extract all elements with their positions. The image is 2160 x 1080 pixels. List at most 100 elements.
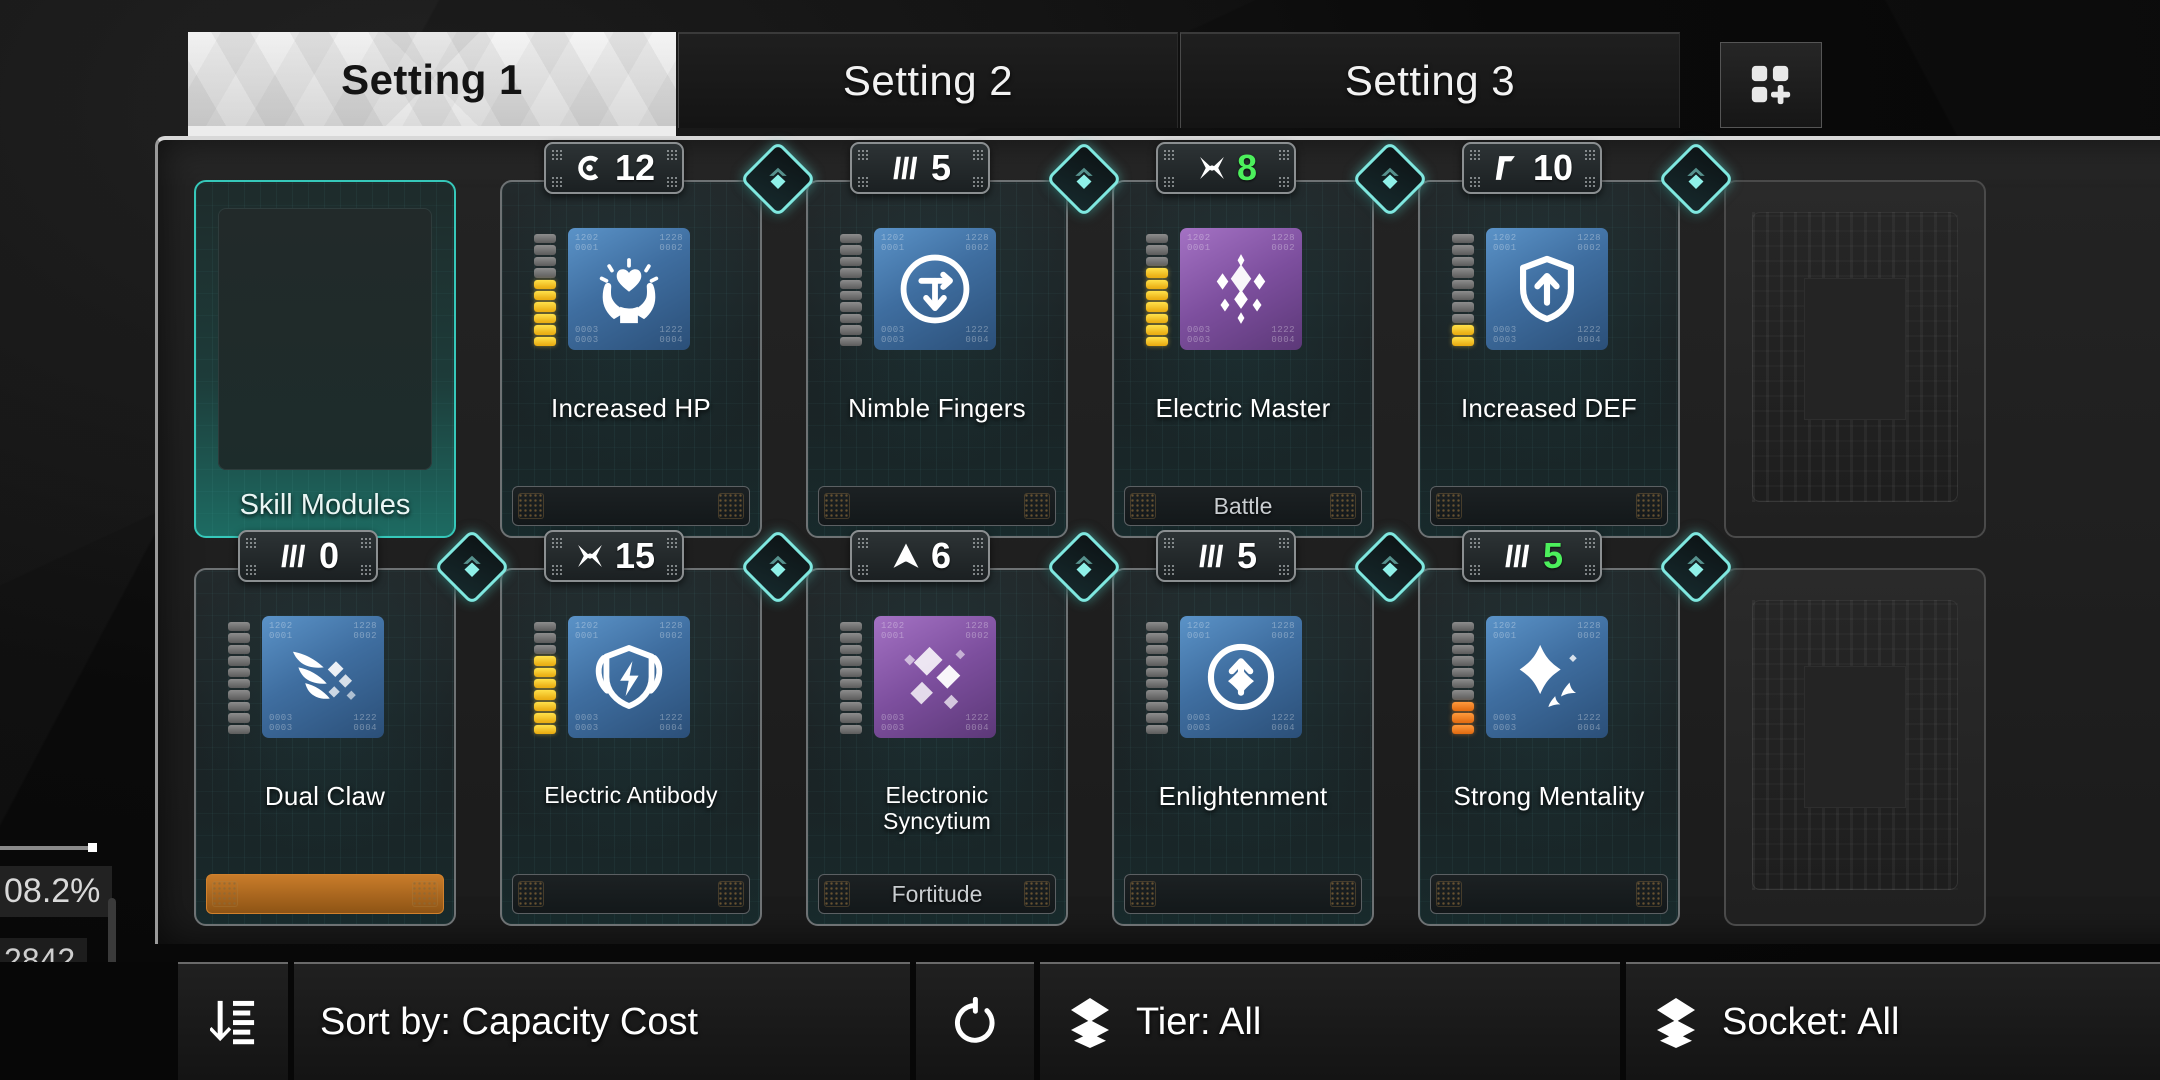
module-card[interactable]: 1202 0001 1228 0002 0003 0003 1222 0004 Elec… bbox=[500, 568, 762, 926]
module-card[interactable]: 1202 0001 1228 0002 0003 0003 1222 0004 Incr… bbox=[500, 180, 762, 538]
module-name: Increased DEF bbox=[1460, 393, 1637, 423]
level-segment bbox=[1146, 679, 1168, 689]
layers-icon bbox=[1657, 998, 1695, 1048]
level-segment bbox=[840, 245, 862, 255]
grid-cell: 1202 0001 1228 0002 0003 0003 1222 0004 Stro… bbox=[1410, 528, 1735, 934]
socket-filter-button[interactable]: Socket: All bbox=[1626, 962, 2160, 1080]
level-segment bbox=[840, 234, 862, 244]
level-segment bbox=[534, 690, 556, 700]
level-segment bbox=[840, 313, 862, 324]
level-segment bbox=[228, 644, 250, 655]
module-grid: Skill Modules 1202 0001 1228 0002 0003 0003… bbox=[186, 140, 2021, 934]
footer-contact-pad bbox=[518, 881, 544, 907]
level-segment bbox=[534, 644, 556, 655]
module-card[interactable]: 1202 0001 1228 0002 0003 0003 1222 0004 Dual… bbox=[194, 568, 456, 926]
module-card[interactable]: 1202 0001 1228 0002 0003 0003 1222 0004 Enli… bbox=[1112, 568, 1374, 926]
empty-chip-frame bbox=[1752, 212, 1958, 502]
grid-cell: 1202 0001 1228 0002 0003 0003 1222 0004 Elec… bbox=[798, 528, 1123, 934]
shield-bolt-icon bbox=[595, 645, 663, 709]
module-card-footer bbox=[512, 486, 750, 526]
level-segment bbox=[1146, 690, 1168, 700]
level-segment bbox=[534, 313, 556, 324]
module-card[interactable]: 1202 0001 1228 0002 0003 0003 1222 0004 Elec… bbox=[806, 568, 1068, 926]
level-segment bbox=[534, 291, 556, 301]
level-segment bbox=[1146, 234, 1168, 244]
socket-chevron-glyph bbox=[1687, 555, 1705, 577]
level-segment bbox=[840, 679, 862, 689]
electronic-shards-icon bbox=[904, 646, 966, 710]
shield-up-icon bbox=[1520, 255, 1574, 323]
capacity-cost-badge: 12 bbox=[544, 142, 684, 194]
module-card-footer: Fortitude bbox=[818, 874, 1056, 914]
add-module-grid-icon[interactable] bbox=[1720, 42, 1822, 128]
level-segment bbox=[228, 679, 250, 689]
empty-module-slot[interactable] bbox=[1724, 180, 1986, 538]
footer-contact-pad bbox=[1636, 493, 1662, 519]
chevron-up-icon bbox=[893, 543, 919, 568]
tab-setting-3[interactable]: Setting 3 bbox=[1180, 32, 1680, 128]
level-segment bbox=[1452, 656, 1474, 666]
grid-cell: 1202 0001 1228 0002 0003 0003 1222 0004 Elec… bbox=[492, 528, 817, 934]
tab-label: Setting 3 bbox=[1344, 57, 1516, 104]
level-segment bbox=[1146, 724, 1168, 735]
grid-cell bbox=[1716, 158, 2021, 546]
tier-filter-button[interactable]: Tier: All bbox=[1040, 962, 1620, 1080]
footer-contact-pad bbox=[1330, 881, 1356, 907]
level-segment bbox=[840, 256, 862, 267]
shuriken-icon bbox=[1200, 157, 1224, 179]
level-segment bbox=[840, 690, 862, 700]
module-card-footer bbox=[1124, 874, 1362, 914]
sort-descending-icon bbox=[210, 1000, 255, 1045]
corner-bracket-icon bbox=[1495, 156, 1515, 180]
capacity-cost-value: 8 bbox=[1236, 147, 1258, 188]
module-icon-tile: 1202 0001 1228 0002 0003 0003 1222 0004 bbox=[1180, 228, 1302, 350]
level-segment bbox=[1146, 279, 1168, 290]
capacity-cost-value: 0 bbox=[318, 535, 340, 576]
level-indicator bbox=[840, 622, 862, 735]
sort-by-button[interactable]: Sort by: Capacity Cost bbox=[294, 962, 910, 1080]
edge-slider-handle[interactable] bbox=[88, 843, 97, 852]
module-icon-tile: 1202 0001 1228 0002 0003 0003 1222 0004 bbox=[262, 616, 384, 738]
level-segment bbox=[1452, 279, 1474, 290]
electric-diamond-icon bbox=[1216, 254, 1266, 324]
level-segment bbox=[534, 256, 556, 267]
tab-setting-2[interactable]: Setting 2 bbox=[678, 32, 1178, 128]
module-card[interactable]: 1202 0001 1228 0002 0003 0003 1222 0004 Incr… bbox=[1418, 180, 1680, 538]
edge-percent-readout: 08.2% bbox=[0, 866, 113, 917]
heart-in-hands-icon bbox=[599, 258, 659, 324]
level-segment bbox=[840, 302, 862, 312]
footer-contact-pad bbox=[1436, 881, 1462, 907]
level-segment bbox=[1452, 268, 1474, 278]
module-card[interactable]: 1202 0001 1228 0002 0003 0003 1222 0004 Nimb… bbox=[806, 180, 1068, 538]
grid-cell: 1202 0001 1228 0002 0003 0003 1222 0004 Nimb… bbox=[798, 140, 1123, 546]
claw-slash-icon bbox=[292, 651, 356, 700]
level-segment bbox=[1146, 256, 1168, 267]
module-category-label: Battle bbox=[1213, 492, 1273, 519]
capacity-cost-badge: 0 bbox=[238, 530, 378, 582]
level-segment bbox=[1452, 313, 1474, 324]
capacity-cost-badge: 6 bbox=[850, 530, 990, 582]
level-segment bbox=[534, 336, 556, 347]
level-segment bbox=[840, 644, 862, 655]
level-segment bbox=[534, 701, 556, 712]
skill-modules-placeholder-card[interactable]: Skill Modules bbox=[194, 180, 456, 538]
empty-module-slot[interactable] bbox=[1724, 568, 1986, 926]
capacity-cost-value: 5 bbox=[1542, 535, 1564, 576]
module-card[interactable]: 1202 0001 1228 0002 0003 0003 1222 0004 Stro… bbox=[1418, 568, 1680, 926]
level-segment bbox=[534, 667, 556, 678]
tier-bars-icon bbox=[1199, 544, 1224, 568]
module-card-footer bbox=[818, 486, 1056, 526]
toolbar-left-pad bbox=[0, 962, 178, 1080]
level-indicator bbox=[534, 622, 556, 735]
level-indicator bbox=[534, 234, 556, 347]
reset-filters-button[interactable] bbox=[916, 962, 1034, 1080]
tab-setting-1[interactable]: Setting 1 bbox=[188, 32, 676, 136]
level-indicator bbox=[840, 234, 862, 347]
level-segment bbox=[534, 279, 556, 290]
sort-direction-button[interactable] bbox=[178, 962, 288, 1080]
module-card[interactable]: 1202 0001 1228 0002 0003 0003 1222 0004 Elec… bbox=[1112, 180, 1374, 538]
footer-contact-pad bbox=[1130, 881, 1156, 907]
module-name: Electric Antibody bbox=[544, 782, 718, 808]
spark-arrow-up-icon bbox=[1207, 643, 1275, 711]
level-indicator bbox=[1452, 234, 1474, 347]
